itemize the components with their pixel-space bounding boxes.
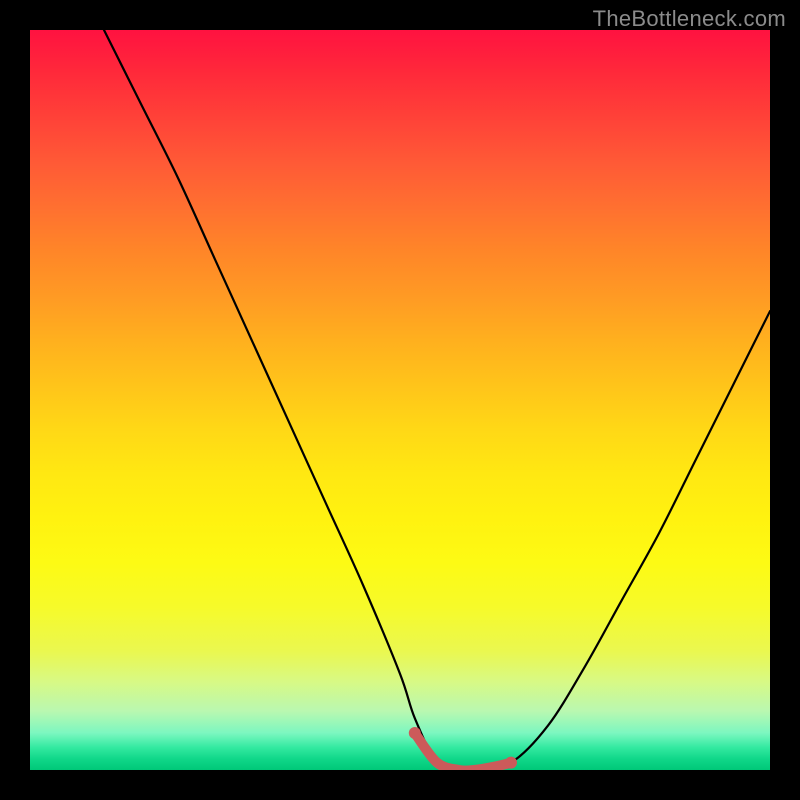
bottleneck-chart: TheBottleneck.com (0, 0, 800, 800)
optimal-zone-marker (409, 727, 517, 770)
watermark-text: TheBottleneck.com (593, 6, 786, 32)
plot-area (30, 30, 770, 770)
curve-layer (30, 30, 770, 770)
bottleneck-curve (104, 30, 770, 770)
